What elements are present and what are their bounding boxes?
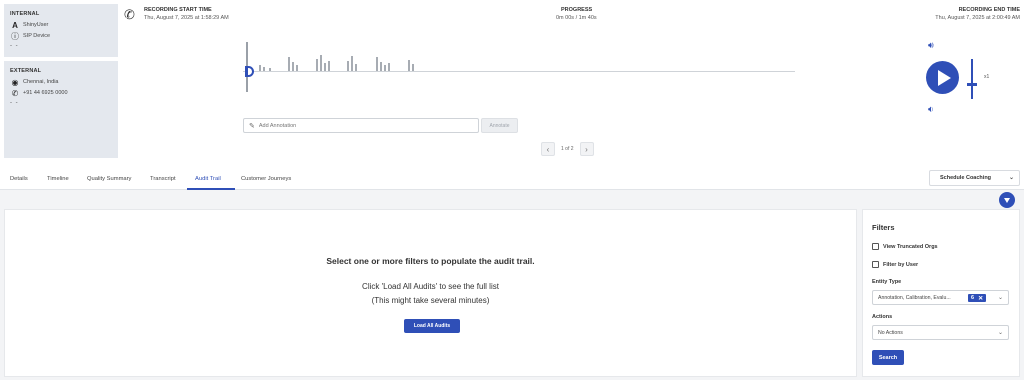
internal-dash: - - xyxy=(10,43,19,49)
waveform-bar xyxy=(380,62,382,71)
chevron-down-icon: ⌄ xyxy=(997,330,1003,336)
filter-by-user-checkbox[interactable] xyxy=(872,261,879,268)
next-page-button[interactable]: › xyxy=(579,142,594,156)
waveform-bar xyxy=(296,65,298,71)
load-all-audits-button[interactable]: Load All Audits xyxy=(404,319,460,333)
external-participant-panel: EXTERNAL ◉ Chennai, India ✆ +91 44 6925 … xyxy=(4,61,118,158)
clear-icon[interactable]: ✕ xyxy=(978,295,983,302)
user-a-icon: A xyxy=(12,20,18,30)
view-truncated-row[interactable]: View Truncated Orgs xyxy=(872,243,938,250)
tab-timeline[interactable]: Timeline xyxy=(47,176,69,182)
person-icon: ◉ xyxy=(11,77,19,87)
waveform-bar xyxy=(347,61,349,71)
search-button[interactable]: Search xyxy=(872,350,904,365)
filters-panel: Filters View Truncated Orgs Filter by Us… xyxy=(862,209,1020,377)
audit-trail-panel: Select one or more filters to populate t… xyxy=(4,209,857,377)
external-phone-row: ✆ +91 44 6925 0000 xyxy=(10,88,112,98)
waveform-bar xyxy=(412,64,414,71)
view-truncated-checkbox[interactable] xyxy=(872,243,879,250)
waveform-bar xyxy=(269,68,271,71)
waveform-bar xyxy=(355,64,357,71)
chevron-down-icon: ⌄ xyxy=(1008,175,1014,181)
filter-by-user-row[interactable]: Filter by User xyxy=(872,261,918,268)
entity-count-badge[interactable]: 6 ✕ xyxy=(968,294,987,302)
playhead-marker[interactable] xyxy=(245,66,254,77)
internal-participant-panel: INTERNAL A ShinyUser ⓘ SIP Device - - xyxy=(4,4,118,57)
phone-icon: ✆ xyxy=(11,88,19,98)
external-dash: - - xyxy=(10,100,19,106)
schedule-coaching-label: Schedule Coaching xyxy=(940,175,992,181)
audit-time-hint: (This might take several minutes) xyxy=(371,296,490,305)
actions-label: Actions xyxy=(872,314,893,320)
internal-device-row: ⓘ SIP Device xyxy=(10,31,112,41)
audit-load-hint: Click 'Load All Audits' to see the full … xyxy=(362,282,499,291)
tab-transcript[interactable]: Transcript xyxy=(150,176,176,182)
entity-type-label: Entity Type xyxy=(872,279,902,285)
external-phone: +91 44 6925 0000 xyxy=(23,90,68,96)
internal-user-row: A ShinyUser xyxy=(10,20,112,30)
waveform-bar xyxy=(388,63,390,71)
audio-player: 🔊︎ x1 🔉︎ xyxy=(924,40,1000,120)
speed-label: x1 xyxy=(984,74,990,80)
waveform-bar xyxy=(316,59,318,71)
waveform-bar xyxy=(351,56,353,71)
view-truncated-label: View Truncated Orgs xyxy=(883,243,938,250)
recording-start-value: Thu, August 7, 2025 at 1:58:29 AM xyxy=(144,15,229,21)
entity-type-select[interactable]: Annotation, Calibration, Evalu... 6 ✕ ⌄ xyxy=(872,290,1009,305)
external-location: Chennai, India xyxy=(23,79,59,85)
prev-page-button[interactable]: ‹ xyxy=(541,142,555,156)
play-button[interactable] xyxy=(926,61,959,94)
progress-value: 0m 00s / 1m 40s xyxy=(556,15,597,21)
page-indicator: 1 of 2 xyxy=(561,146,574,152)
audio-waveform[interactable] xyxy=(243,42,795,92)
external-title: EXTERNAL xyxy=(10,68,42,74)
external-location-row: ◉ Chennai, India xyxy=(10,77,112,87)
internal-user: ShinyUser xyxy=(23,22,49,28)
entity-type-value: Annotation, Calibration, Evalu... xyxy=(878,294,951,301)
audit-empty-message: Select one or more filters to populate t… xyxy=(326,256,535,266)
speed-slider-track[interactable] xyxy=(971,59,973,99)
waveform-bar xyxy=(376,57,378,71)
waveform-bar xyxy=(408,60,410,71)
annotation-pager: ‹ 1 of 2 › xyxy=(541,142,594,156)
recording-end-label: RECORDING END TIME xyxy=(958,7,1020,13)
tab-details[interactable]: Details xyxy=(10,176,28,182)
annotation-field[interactable]: ✎ xyxy=(243,118,479,133)
call-phone-icon: ✆ xyxy=(124,7,135,22)
actions-select[interactable]: No Actions ⌄ xyxy=(872,325,1009,340)
waveform-bar xyxy=(328,61,330,71)
filter-toggle-icon[interactable] xyxy=(999,192,1015,208)
tab-customer-journeys[interactable]: Customer Journeys xyxy=(241,176,291,182)
volume-down-icon[interactable]: 🔉︎ xyxy=(928,104,934,115)
info-icon: ⓘ xyxy=(11,31,19,41)
filters-title: Filters xyxy=(872,223,895,232)
actions-value: No Actions xyxy=(878,329,903,336)
entity-count: 6 xyxy=(971,295,975,301)
waveform-bar xyxy=(292,62,294,71)
tab-bar: Details Timeline Quality Summary Transcr… xyxy=(0,170,1024,190)
speed-slider-handle[interactable] xyxy=(967,83,977,86)
pencil-icon: ✎ xyxy=(249,122,255,130)
volume-up-icon[interactable]: 🔊︎ xyxy=(928,40,934,51)
waveform-bar xyxy=(384,65,386,71)
tab-audit-trail[interactable]: Audit Trail xyxy=(195,176,221,182)
annotate-button[interactable]: Annotate xyxy=(481,118,518,133)
chevron-down-icon: ⌄ xyxy=(997,295,1003,301)
waveform-bar xyxy=(263,67,265,71)
internal-device: SIP Device xyxy=(23,33,51,39)
schedule-coaching-dropdown[interactable]: Schedule Coaching ⌄ xyxy=(929,170,1020,186)
waveform-axis xyxy=(243,71,795,72)
internal-title: INTERNAL xyxy=(10,11,40,17)
filter-by-user-label: Filter by User xyxy=(883,261,919,268)
waveform-bar xyxy=(320,55,322,71)
recording-start-label: RECORDING START TIME xyxy=(144,7,212,13)
waveform-bar xyxy=(288,57,290,71)
tab-quality-summary[interactable]: Quality Summary xyxy=(87,176,131,182)
recording-end-value: Thu, August 7, 2025 at 2:00:49 AM xyxy=(935,15,1020,21)
annotation-input[interactable] xyxy=(258,122,459,129)
waveform-bar xyxy=(259,65,261,71)
progress-label: PROGRESS xyxy=(561,7,593,13)
waveform-bar xyxy=(324,63,326,71)
